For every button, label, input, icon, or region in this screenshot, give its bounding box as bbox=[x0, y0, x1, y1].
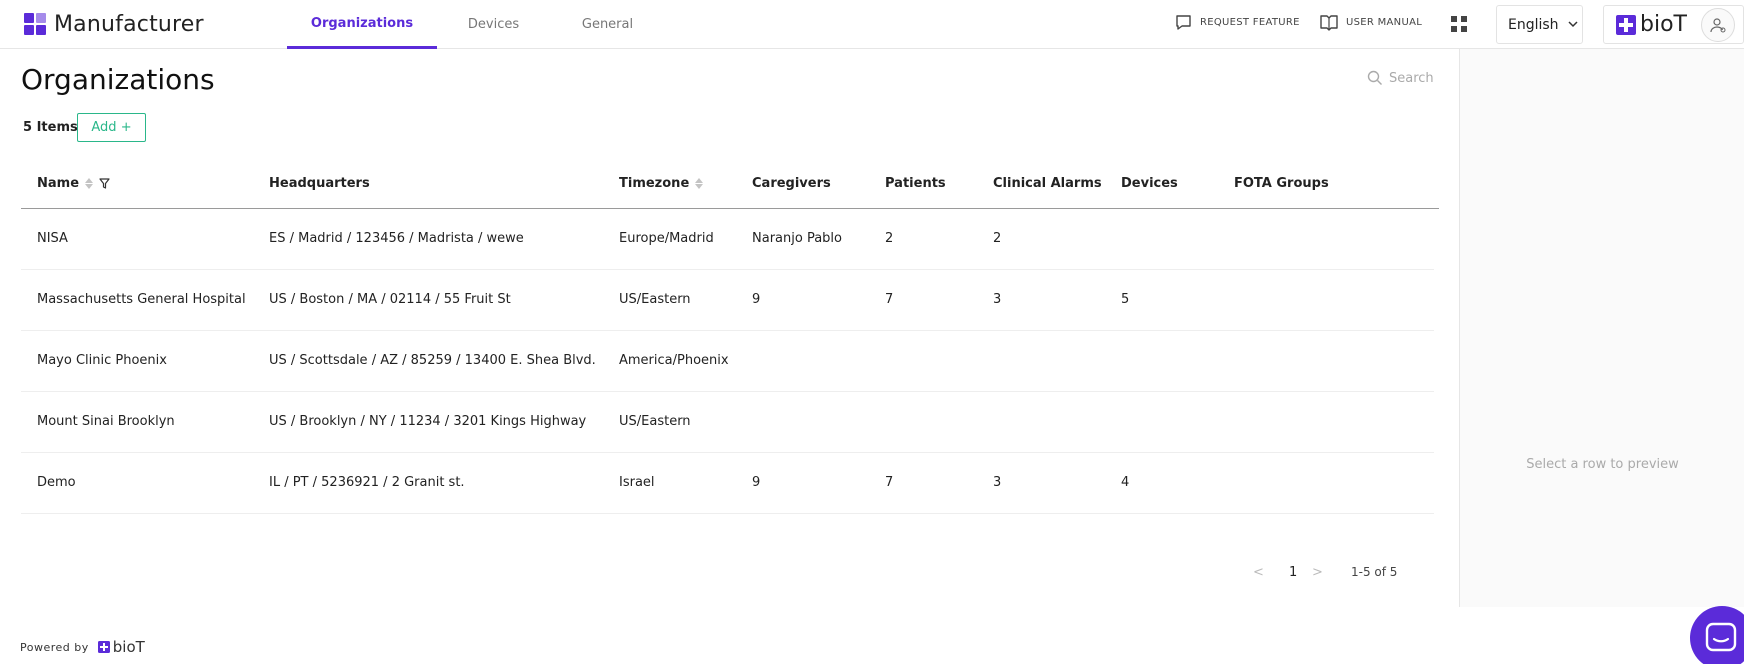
previous-page-button[interactable]: < bbox=[1253, 565, 1264, 580]
organizations-table: Name Headquarters Timezone Caregivers Pa… bbox=[21, 164, 1439, 514]
cell-headquarters: IL / PT / 5236921 / 2 Granit st. bbox=[269, 475, 465, 490]
item-count: 5 Items bbox=[23, 120, 78, 135]
cell-timezone: America/Phoenix bbox=[619, 353, 729, 368]
cell-devices: 5 bbox=[1121, 292, 1130, 307]
language-select[interactable]: English bbox=[1496, 5, 1583, 44]
user-icon bbox=[1710, 18, 1726, 33]
search-icon bbox=[1367, 70, 1382, 85]
column-header-patients[interactable]: Patients bbox=[885, 176, 946, 191]
biot-logo-icon bbox=[97, 641, 110, 653]
cell-caregivers: 9 bbox=[752, 292, 761, 307]
column-header-timezone[interactable]: Timezone bbox=[619, 176, 704, 191]
page-number[interactable]: 1 bbox=[1289, 565, 1297, 580]
brand-logo-icon bbox=[24, 12, 48, 37]
cell-clinical-alarms: 3 bbox=[993, 292, 1002, 307]
cell-headquarters: US / Brooklyn / NY / 11234 / 3201 Kings … bbox=[269, 414, 587, 429]
next-page-button[interactable]: > bbox=[1312, 565, 1323, 580]
cell-devices: 4 bbox=[1121, 475, 1130, 490]
cell-name: Demo bbox=[37, 475, 76, 490]
cell-name: NISA bbox=[37, 231, 68, 246]
tab-devices[interactable]: Devices bbox=[437, 0, 550, 49]
book-icon bbox=[1320, 15, 1338, 31]
user-manual-label: USER MANUAL bbox=[1346, 17, 1423, 28]
search-placeholder: Search bbox=[1389, 70, 1434, 86]
cell-clinical-alarms: 3 bbox=[993, 475, 1002, 490]
column-header-devices[interactable]: Devices bbox=[1121, 176, 1178, 191]
biot-logo-icon bbox=[1616, 14, 1636, 35]
cell-headquarters: ES / Madrid / 123456 / Madrista / wewe bbox=[269, 231, 524, 246]
request-feature-label: REQUEST FEATURE bbox=[1200, 17, 1300, 28]
sort-icon[interactable] bbox=[85, 178, 94, 189]
chevron-down-icon bbox=[1568, 21, 1578, 28]
table-row[interactable]: Massachusetts General Hospital US / Bost… bbox=[21, 270, 1434, 331]
cell-timezone: Israel bbox=[619, 475, 655, 490]
sort-icon[interactable] bbox=[695, 178, 704, 189]
cell-patients: 7 bbox=[885, 475, 894, 490]
cell-clinical-alarms: 2 bbox=[993, 231, 1002, 246]
footer: Powered by bioT bbox=[20, 638, 145, 656]
cell-name: Mount Sinai Brooklyn bbox=[37, 414, 175, 429]
table-row[interactable]: Demo IL / PT / 5236921 / 2 Granit st. Is… bbox=[21, 453, 1434, 514]
table-row[interactable]: Mayo Clinic Phoenix US / Scottsdale / AZ… bbox=[21, 331, 1434, 392]
search-input[interactable]: Search bbox=[1367, 70, 1434, 86]
chat-launcher-button[interactable] bbox=[1690, 606, 1744, 664]
add-button[interactable]: Add + bbox=[77, 113, 146, 142]
brand[interactable]: Manufacturer bbox=[24, 12, 204, 37]
cell-patients: 2 bbox=[885, 231, 894, 246]
column-header-caregivers[interactable]: Caregivers bbox=[752, 176, 831, 191]
speech-bubble-icon bbox=[1176, 15, 1191, 30]
cell-name: Massachusetts General Hospital bbox=[37, 292, 246, 307]
cell-timezone: US/Eastern bbox=[619, 414, 691, 429]
table-row[interactable]: Mount Sinai Brooklyn US / Brooklyn / NY … bbox=[21, 392, 1434, 453]
table-row[interactable]: NISA ES / Madrid / 123456 / Madrista / w… bbox=[21, 209, 1434, 270]
table-header: Name Headquarters Timezone Caregivers Pa… bbox=[21, 164, 1439, 209]
tab-general[interactable]: General bbox=[550, 0, 665, 49]
cell-timezone: Europe/Madrid bbox=[619, 231, 714, 246]
column-header-fota-groups[interactable]: FOTA Groups bbox=[1234, 176, 1329, 191]
user-avatar[interactable] bbox=[1701, 8, 1735, 42]
brand-name: Manufacturer bbox=[54, 12, 204, 37]
language-value: English bbox=[1508, 16, 1559, 33]
filter-icon[interactable] bbox=[99, 178, 110, 189]
apps-grid-icon[interactable] bbox=[1451, 16, 1467, 32]
footer-logo-text: bioT bbox=[112, 638, 145, 656]
preview-panel: Select a row to preview bbox=[1459, 49, 1744, 607]
column-header-headquarters[interactable]: Headquarters bbox=[269, 176, 370, 191]
cell-caregivers: Naranjo Pablo bbox=[752, 231, 842, 246]
cell-headquarters: US / Boston / MA / 02114 / 55 Fruit St bbox=[269, 292, 511, 307]
user-manual-button[interactable]: USER MANUAL bbox=[1320, 14, 1422, 31]
tab-organizations[interactable]: Organizations bbox=[287, 0, 437, 49]
pagination-range: 1-5 of 5 bbox=[1351, 565, 1398, 579]
column-header-name[interactable]: Name bbox=[37, 176, 110, 191]
preview-empty-text: Select a row to preview bbox=[1526, 457, 1679, 472]
request-feature-button[interactable]: REQUEST FEATURE bbox=[1175, 14, 1300, 31]
column-header-clinical-alarms[interactable]: Clinical Alarms bbox=[993, 176, 1102, 191]
cell-name: Mayo Clinic Phoenix bbox=[37, 353, 167, 368]
cell-headquarters: US / Scottsdale / AZ / 85259 / 13400 E. … bbox=[269, 353, 596, 368]
company-logo-text: bioT bbox=[1640, 12, 1687, 37]
main-tabs: Organizations Devices General bbox=[287, 0, 665, 49]
powered-by-label: Powered by bbox=[20, 640, 89, 654]
top-bar: Manufacturer Organizations Devices Gener… bbox=[0, 0, 1744, 49]
chat-icon bbox=[1705, 622, 1737, 652]
cell-timezone: US/Eastern bbox=[619, 292, 691, 307]
cell-patients: 7 bbox=[885, 292, 894, 307]
page-title: Organizations bbox=[21, 63, 215, 96]
cell-caregivers: 9 bbox=[752, 475, 761, 490]
